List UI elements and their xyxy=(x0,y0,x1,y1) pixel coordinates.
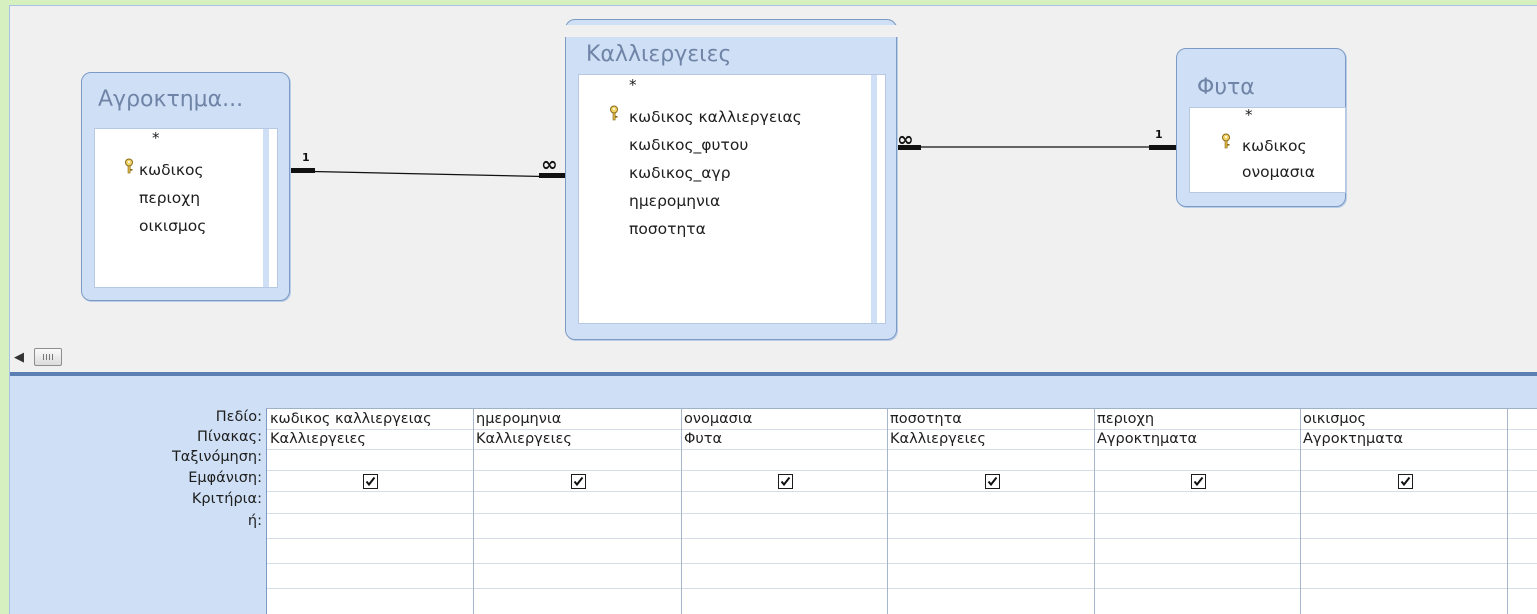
table-box-fyta[interactable]: Φυτα * κωδικος ονομασια xyxy=(1176,48,1346,207)
grid-row-labels: Πεδίο: Πίνακας: Ταξινόμηση: Εμφάνιση: Κρ… xyxy=(10,6,262,614)
cell-table[interactable]: Αγροκτηματα xyxy=(1303,431,1403,447)
field-posotita[interactable]: ποσοτητα xyxy=(629,220,706,238)
cardinality-many-kall-right: ∞ xyxy=(897,127,914,151)
show-checkbox[interactable] xyxy=(778,474,793,489)
checkmark-icon xyxy=(365,476,376,487)
show-checkbox[interactable] xyxy=(571,474,586,489)
table-box-kalliergeies[interactable]: Καλλιεργειες * κωδικος καλλιεργειας κωδι… xyxy=(565,19,897,340)
checkmark-icon xyxy=(987,476,998,487)
field-list: * κωδικος καλλιεργειας κωδικος_φυτου κωδ… xyxy=(578,74,886,324)
field-kodikos-agr[interactable]: κωδικος_αγρ xyxy=(629,164,731,182)
field-all[interactable]: * xyxy=(1245,108,1253,124)
cell-field[interactable]: ποσοτητα xyxy=(890,411,962,427)
relationship-line-agrokt-kall xyxy=(289,170,567,178)
checkmark-icon xyxy=(1193,476,1204,487)
query-design-grid[interactable]: κωδικος καλλιεργειας Καλλιεργειες ημερομ… xyxy=(266,408,1537,614)
cell-field[interactable]: ημερομηνια xyxy=(476,411,561,427)
row-label-field: Πεδίο: xyxy=(215,409,262,425)
field-imerominia[interactable]: ημερομηνια xyxy=(629,192,720,210)
cardinality-one-agrokt: 1 xyxy=(302,151,310,164)
cell-field[interactable]: ονομασια xyxy=(684,411,752,427)
relationship-end-agrokt xyxy=(290,168,315,173)
key-icon xyxy=(1220,133,1233,149)
row-label-or: ή: xyxy=(247,513,262,529)
field-kodikos-fytou[interactable]: κωδικος_φυτου xyxy=(629,136,748,154)
table-title[interactable]: Φυτα xyxy=(1197,75,1255,100)
cell-field[interactable]: περιοχη xyxy=(1097,411,1154,427)
field-list: * κωδικος ονομασια xyxy=(1189,107,1346,193)
field-list-scrollbar[interactable] xyxy=(263,129,269,287)
row-label-sort: Ταξινόμηση: xyxy=(171,449,262,465)
table-title[interactable]: Καλλιεργειες xyxy=(586,42,731,67)
checkmark-icon xyxy=(780,476,791,487)
cell-table[interactable]: Καλλιεργειες xyxy=(270,431,366,447)
cell-field[interactable]: οικισμος xyxy=(1303,411,1366,427)
query-design-window: 1 ∞ ∞ 1 Αγροκτημα... * κωδικος περιοχη ο… xyxy=(9,5,1537,614)
row-label-show: Εμφάνιση: xyxy=(188,470,262,486)
field-kodikos-kalliergeias[interactable]: κωδικος καλλιεργειας xyxy=(629,108,802,126)
show-checkbox[interactable] xyxy=(1398,474,1413,489)
grid-column-selectors[interactable] xyxy=(266,25,1537,37)
cell-table[interactable]: Καλλιεργειες xyxy=(890,431,986,447)
field-onomasia[interactable]: ονομασια xyxy=(1242,163,1315,181)
cell-table[interactable]: Αγροκτηματα xyxy=(1097,431,1197,447)
key-icon xyxy=(608,105,621,121)
show-checkbox[interactable] xyxy=(985,474,1000,489)
field-all[interactable]: * xyxy=(629,76,637,94)
field-kodikos[interactable]: κωδικος xyxy=(1242,137,1307,155)
cardinality-one-fyta: 1 xyxy=(1155,128,1163,141)
show-checkbox[interactable] xyxy=(1191,474,1206,489)
cell-field[interactable]: κωδικος καλλιεργειας xyxy=(270,411,432,427)
cell-table[interactable]: Φυτα xyxy=(684,431,722,447)
row-label-table: Πίνακας: xyxy=(197,429,262,445)
cell-table[interactable]: Καλλιεργειες xyxy=(476,431,572,447)
row-label-criteria: Κριτήρια: xyxy=(191,491,262,507)
field-list-scrollbar[interactable] xyxy=(871,75,877,323)
cardinality-many-kall: ∞ xyxy=(541,152,558,176)
checkmark-icon xyxy=(573,476,584,487)
show-checkbox[interactable] xyxy=(363,474,378,489)
relationship-end-fyta xyxy=(1149,145,1176,150)
checkmark-icon xyxy=(1400,476,1411,487)
